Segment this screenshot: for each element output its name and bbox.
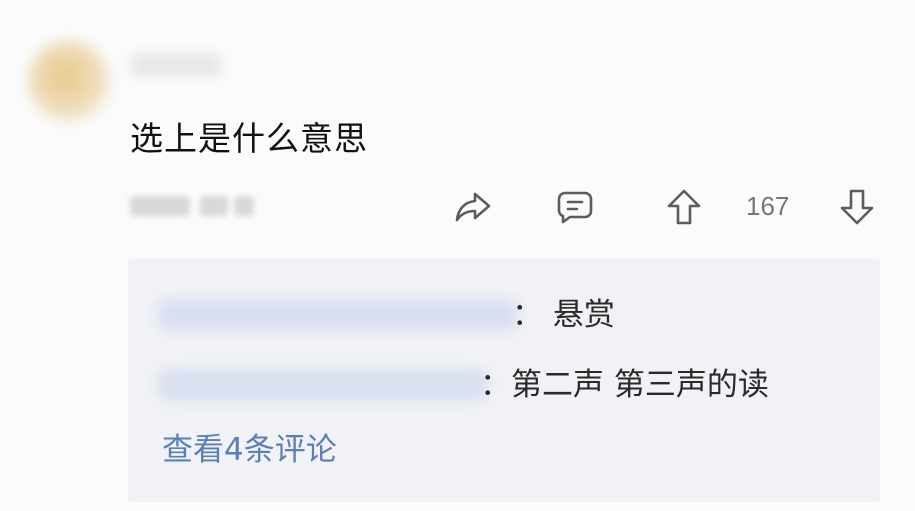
share-button[interactable] bbox=[452, 186, 494, 228]
username-blurred[interactable] bbox=[130, 52, 222, 78]
down-arrow-icon bbox=[840, 189, 874, 225]
comment-icon bbox=[557, 191, 593, 224]
reply-text: ： 悬赏 bbox=[512, 297, 615, 333]
vote-count: 167 bbox=[746, 191, 790, 221]
comment-button[interactable] bbox=[554, 186, 596, 228]
up-arrow-icon bbox=[667, 189, 701, 225]
view-more-comments-link[interactable]: 查看4条评论 bbox=[162, 424, 337, 469]
reply-text: ：第二声 第三声的读 bbox=[480, 367, 769, 403]
post-question: 选上是什么意思 bbox=[130, 119, 368, 158]
post-timestamp-blurred bbox=[130, 196, 254, 216]
share-arrow-icon bbox=[455, 192, 491, 222]
reply-author-blurred bbox=[158, 299, 518, 331]
avatar[interactable] bbox=[28, 40, 110, 122]
replies-panel: ： 悬赏 ：第二声 第三声的读 查看4条评论 bbox=[128, 259, 880, 502]
upvote-button[interactable] bbox=[663, 186, 705, 228]
reply-author-blurred bbox=[158, 369, 488, 401]
downvote-button[interactable] bbox=[836, 186, 878, 228]
